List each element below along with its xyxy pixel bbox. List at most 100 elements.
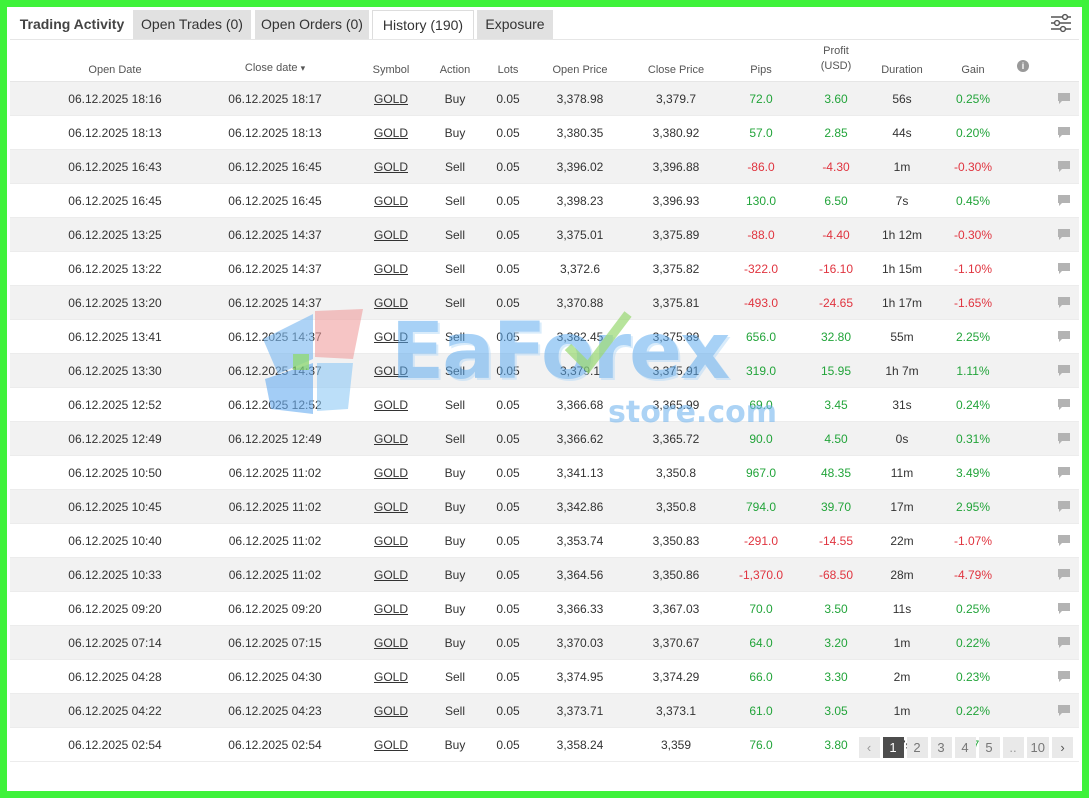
comment-icon[interactable]: [1057, 330, 1071, 343]
col-pips[interactable]: Pips: [728, 40, 794, 82]
col-duration[interactable]: Duration: [872, 40, 932, 82]
comment-icon[interactable]: [1057, 160, 1071, 173]
comment-icon[interactable]: [1057, 670, 1071, 683]
cell-close-date: 06.12.2025 04:30: [228, 670, 322, 684]
col-lots[interactable]: Lots: [487, 40, 529, 82]
tab-open-orders[interactable]: Open Orders (0): [255, 10, 369, 39]
tab-history[interactable]: History (190): [372, 10, 474, 39]
page-5-button[interactable]: 5: [978, 737, 1000, 758]
comment-icon[interactable]: [1057, 296, 1071, 309]
table-row: 06.12.2025 13:25 06.12.2025 14:37 GOLD Sell…: [10, 218, 1079, 252]
cell-open-date: 06.12.2025 10:45: [68, 500, 162, 514]
cell-symbol[interactable]: GOLD: [365, 524, 417, 558]
comment-icon[interactable]: [1057, 364, 1071, 377]
page-3-button[interactable]: 3: [930, 737, 952, 758]
cell-close-date: 06.12.2025 07:15: [228, 636, 322, 650]
comment-icon[interactable]: [1057, 466, 1071, 479]
col-close-date-label: Close date: [244, 62, 298, 74]
cell-open-price: 3,379.1: [559, 364, 601, 378]
cell-symbol[interactable]: GOLD: [365, 388, 417, 422]
cell-symbol[interactable]: GOLD: [365, 252, 417, 286]
cell-open-date: 06.12.2025 13:20: [68, 296, 162, 310]
next-page-button[interactable]: ›: [1052, 737, 1073, 758]
page-1-button[interactable]: 1: [882, 737, 904, 758]
cell-symbol[interactable]: GOLD: [365, 660, 417, 694]
col-close-date[interactable]: Close date ▾: [210, 40, 340, 82]
cell-duration: 44s: [892, 126, 912, 140]
comment-icon[interactable]: [1057, 262, 1071, 275]
tab-exposure[interactable]: Exposure: [477, 10, 553, 39]
cell-symbol[interactable]: GOLD: [365, 626, 417, 660]
cell-symbol[interactable]: GOLD: [365, 286, 417, 320]
cell-action: Sell: [444, 262, 465, 276]
prev-page-button[interactable]: ‹: [858, 737, 880, 758]
comment-icon[interactable]: [1057, 398, 1071, 411]
cell-symbol[interactable]: GOLD: [365, 184, 417, 218]
cell-gain: 3.49%: [955, 466, 991, 480]
cell-symbol[interactable]: GOLD: [365, 320, 417, 354]
page-2-button[interactable]: 2: [906, 737, 928, 758]
comment-icon[interactable]: [1057, 568, 1071, 581]
cell-gain: 0.31%: [955, 432, 991, 446]
col-action[interactable]: Action: [430, 40, 480, 82]
tab-open-trades[interactable]: Open Trades (0): [133, 10, 251, 39]
cell-symbol[interactable]: GOLD: [365, 422, 417, 456]
cell-lots: 0.05: [496, 364, 520, 378]
comment-icon[interactable]: [1057, 704, 1071, 717]
cell-symbol[interactable]: GOLD: [365, 490, 417, 524]
comment-icon[interactable]: [1057, 534, 1071, 547]
cell-lots: 0.05: [496, 466, 520, 480]
col-open-date[interactable]: Open Date: [50, 40, 180, 82]
cell-symbol[interactable]: GOLD: [365, 354, 417, 388]
cell-lots: 0.05: [496, 602, 520, 616]
cell-symbol[interactable]: GOLD: [365, 558, 417, 592]
cell-profit: 3.60: [824, 92, 848, 106]
cell-close-price: 3,359: [660, 738, 692, 752]
cell-gain: -0.30%: [953, 160, 993, 174]
comment-icon[interactable]: [1057, 500, 1071, 513]
cell-open-price: 3,366.68: [556, 398, 604, 412]
col-profit[interactable]: Profit (USD): [806, 40, 866, 82]
cell-duration: 1h 17m: [881, 296, 923, 310]
cell-symbol[interactable]: GOLD: [365, 592, 417, 626]
cell-gain: 0.25%: [955, 602, 991, 616]
table-row: 06.12.2025 10:33 06.12.2025 11:02 GOLD Buy 0…: [10, 558, 1079, 592]
col-symbol[interactable]: Symbol: [365, 40, 417, 82]
cell-open-price: 3,366.33: [556, 602, 604, 616]
info-icon[interactable]: i: [1013, 40, 1033, 82]
comment-icon[interactable]: [1057, 126, 1071, 139]
cell-open-price: 3,375.01: [556, 228, 604, 242]
cell-symbol[interactable]: GOLD: [365, 728, 417, 762]
comment-icon[interactable]: [1057, 194, 1071, 207]
cell-symbol[interactable]: GOLD: [365, 150, 417, 184]
col-close-price[interactable]: Close Price: [634, 40, 718, 82]
cell-symbol[interactable]: GOLD: [365, 456, 417, 490]
col-open-price[interactable]: Open Price: [540, 40, 620, 82]
cell-close-date: 06.12.2025 12:52: [228, 398, 322, 412]
cell-lots: 0.05: [496, 296, 520, 310]
cell-open-price: 3,382.45: [556, 330, 604, 344]
page-last-button[interactable]: 10: [1026, 737, 1049, 758]
col-gain[interactable]: Gain: [943, 40, 1003, 82]
comment-icon[interactable]: [1057, 432, 1071, 445]
cell-lots: 0.05: [496, 330, 520, 344]
cell-duration: 1m: [893, 704, 911, 718]
cell-symbol[interactable]: GOLD: [365, 116, 417, 150]
comment-icon[interactable]: [1057, 602, 1071, 615]
sliders-icon[interactable]: [1050, 13, 1072, 33]
cell-open-date: 06.12.2025 13:22: [68, 262, 162, 276]
table-row: 06.12.2025 16:43 06.12.2025 16:45 GOLD Sell…: [10, 150, 1079, 184]
cell-profit: -4.30: [822, 160, 850, 174]
cell-action: Sell: [444, 330, 465, 344]
cell-action: Buy: [444, 534, 466, 548]
comment-icon[interactable]: [1057, 92, 1071, 105]
page-4-button[interactable]: 4: [954, 737, 976, 758]
cell-symbol[interactable]: GOLD: [365, 694, 417, 728]
cell-action: Buy: [444, 602, 466, 616]
comment-icon[interactable]: [1057, 636, 1071, 649]
table-row: 06.12.2025 07:14 06.12.2025 07:15 GOLD Buy 0…: [10, 626, 1079, 660]
cell-symbol[interactable]: GOLD: [365, 82, 417, 116]
cell-symbol[interactable]: GOLD: [365, 218, 417, 252]
cell-profit: 6.50: [824, 194, 848, 208]
comment-icon[interactable]: [1057, 228, 1071, 241]
